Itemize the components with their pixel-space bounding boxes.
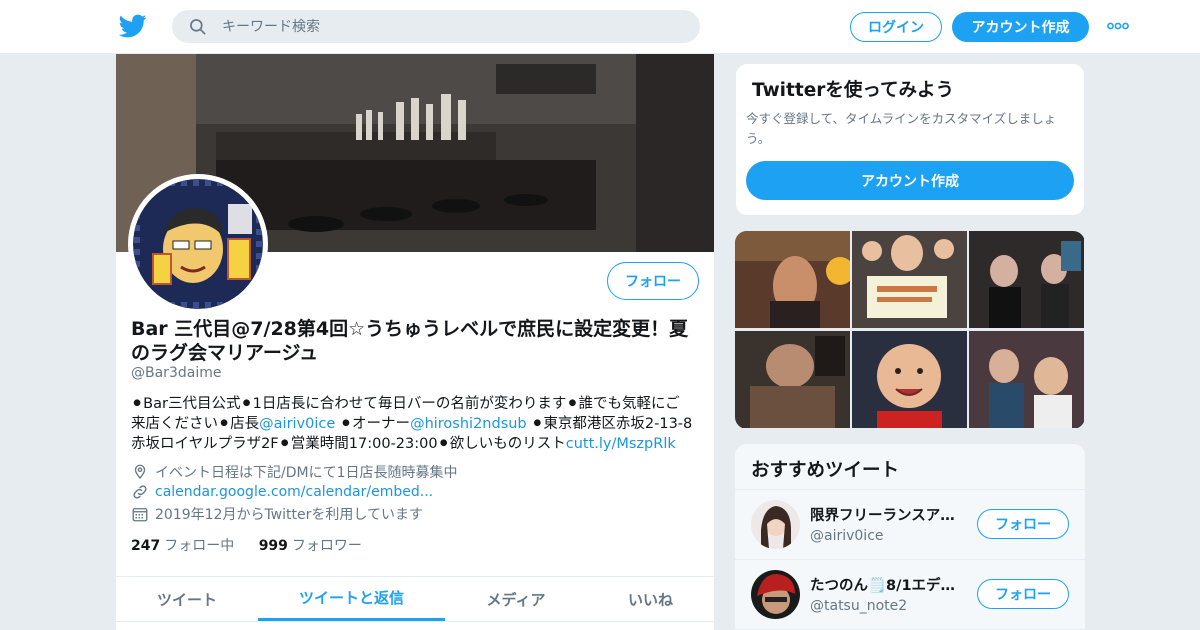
follow-user-button[interactable]: フォロー bbox=[977, 509, 1069, 539]
profile-display-name: Bar 三代目@7/28第4回☆うちゅうレベルで庶民に設定変更！夏のラグ会マリア… bbox=[131, 318, 689, 364]
recommended-panel: おすすめツイート 限界フリーランスア… @airiv0ice フォロー たつのん… bbox=[735, 444, 1085, 630]
profile-joined: 2019年12月からTwitterを利用しています bbox=[131, 504, 423, 524]
bio-text: 来店ください⚫店長 bbox=[131, 416, 260, 432]
signup-button[interactable]: アカウント作成 bbox=[952, 12, 1089, 42]
bio-url-link[interactable]: cutt.ly/MszpRlk bbox=[566, 436, 676, 452]
gallery-photo[interactable] bbox=[852, 331, 967, 428]
media-gallery bbox=[735, 231, 1085, 429]
signup-card-button[interactable]: アカウント作成 bbox=[746, 161, 1074, 200]
tab-likes[interactable]: いいね bbox=[587, 577, 714, 621]
profile-website: calendar.google.com/calendar/embed... bbox=[131, 483, 433, 501]
bio-line: 赤坂ロイヤルプラザ2F⚫︎営業時間17:00-23:00⚫︎欲しいものリストcu… bbox=[131, 434, 701, 454]
top-navigation-bar: ログイン アカウント作成 bbox=[0, 0, 1200, 54]
user-name[interactable]: たつのん🗒️8/1エデ… bbox=[810, 574, 970, 595]
tab-tweets-and-replies[interactable]: ツイートと返信 bbox=[258, 577, 445, 621]
joined-text: 2019年12月からTwitterを利用しています bbox=[155, 507, 423, 523]
search-input[interactable] bbox=[222, 10, 682, 43]
profile-tabs: ツイート ツイートと返信 メディア いいね bbox=[116, 576, 714, 622]
bio-text: ⚫︎オーナー bbox=[335, 416, 411, 432]
gallery-photo[interactable] bbox=[852, 231, 967, 328]
follow-user-button[interactable]: フォロー bbox=[977, 579, 1069, 609]
search-bar[interactable] bbox=[172, 10, 700, 43]
gallery-photo[interactable] bbox=[735, 231, 850, 328]
following-label: フォロー中 bbox=[164, 538, 235, 554]
profile-handle: @Bar3daime bbox=[131, 365, 222, 381]
profile-location: イベント日程は下記/DMにて1日店長随時募集中 bbox=[131, 462, 457, 482]
tab-media[interactable]: メディア bbox=[445, 577, 587, 621]
search-icon bbox=[190, 19, 206, 35]
calendar-icon bbox=[132, 508, 148, 522]
recommended-header: おすすめツイート bbox=[735, 444, 1085, 490]
recommended-user[interactable]: 限界フリーランスア… @airiv0ice フォロー bbox=[735, 490, 1085, 560]
login-button[interactable]: ログイン bbox=[850, 12, 942, 42]
bio-line: ⚫︎Bar三代目公式⚫︎1日店長に合わせて毎日バーの名前が変わります⚫誰でも気軽… bbox=[131, 396, 680, 412]
user-handle: @tatsu_note2 bbox=[810, 598, 908, 614]
gallery-photo[interactable] bbox=[969, 231, 1084, 328]
following-count: 247 bbox=[131, 538, 161, 554]
more-dots-icon[interactable] bbox=[1107, 22, 1129, 30]
location-pin-icon bbox=[134, 464, 146, 479]
bio-text: ⚫︎東京都港区赤坂2-13-8 bbox=[526, 416, 693, 432]
profile-card: フォロー Bar 三代目@7/28第4回☆うちゅうレベルで庶民に設定変更！夏のラ… bbox=[116, 54, 714, 630]
profile-avatar[interactable] bbox=[128, 174, 268, 314]
bio-text: 赤坂ロイヤルプラザ2F⚫︎営業時間17:00-23:00⚫︎欲しいものリスト bbox=[131, 436, 566, 452]
signup-prompt-card: Twitterを使ってみよう 今すぐ登録して、タイムラインをカスタマイズしましょ… bbox=[735, 63, 1085, 216]
follow-button[interactable]: フォロー bbox=[607, 262, 699, 300]
followers-stat[interactable]: 999 フォロワー bbox=[259, 538, 362, 554]
following-stat[interactable]: 247 フォロー中 bbox=[131, 538, 234, 554]
gallery-photo[interactable] bbox=[969, 331, 1084, 428]
mention-link[interactable]: @airiv0ice bbox=[259, 416, 335, 432]
gallery-photo[interactable] bbox=[735, 331, 850, 428]
website-link[interactable]: calendar.google.com/calendar/embed... bbox=[155, 484, 433, 500]
recommended-title: おすすめツイート bbox=[751, 460, 900, 481]
followers-count: 999 bbox=[258, 538, 288, 554]
signup-card-text: 今すぐ登録して、タイムラインをカスタマイズしましょう。 bbox=[746, 111, 1057, 146]
location-text: イベント日程は下記/DMにて1日店長随時募集中 bbox=[155, 465, 458, 481]
profile-stats: 247 フォロー中 999 フォロワー bbox=[131, 535, 382, 555]
bio-line: 来店ください⚫店長@airiv0ice ⚫︎オーナー@hiroshi2ndsub… bbox=[131, 414, 701, 434]
recommended-user[interactable]: たつのん🗒️8/1エデ… @tatsu_note2 フォロー bbox=[735, 560, 1085, 630]
link-icon bbox=[133, 485, 147, 499]
profile-bio: ⚫︎Bar三代目公式⚫︎1日店長に合わせて毎日バーの名前が変わります⚫誰でも気軽… bbox=[131, 394, 701, 454]
user-handle: @airiv0ice bbox=[810, 528, 884, 544]
followers-label: フォロワー bbox=[291, 538, 362, 554]
tab-tweets[interactable]: ツイート bbox=[116, 577, 258, 621]
signup-card-title: Twitterを使ってみよう bbox=[752, 80, 954, 101]
user-name[interactable]: 限界フリーランスア… bbox=[810, 504, 970, 525]
user-avatar[interactable] bbox=[751, 570, 800, 619]
mention-link[interactable]: @hiroshi2ndsub bbox=[410, 416, 527, 432]
user-avatar[interactable] bbox=[751, 500, 800, 549]
twitter-bird-icon[interactable] bbox=[118, 12, 148, 40]
